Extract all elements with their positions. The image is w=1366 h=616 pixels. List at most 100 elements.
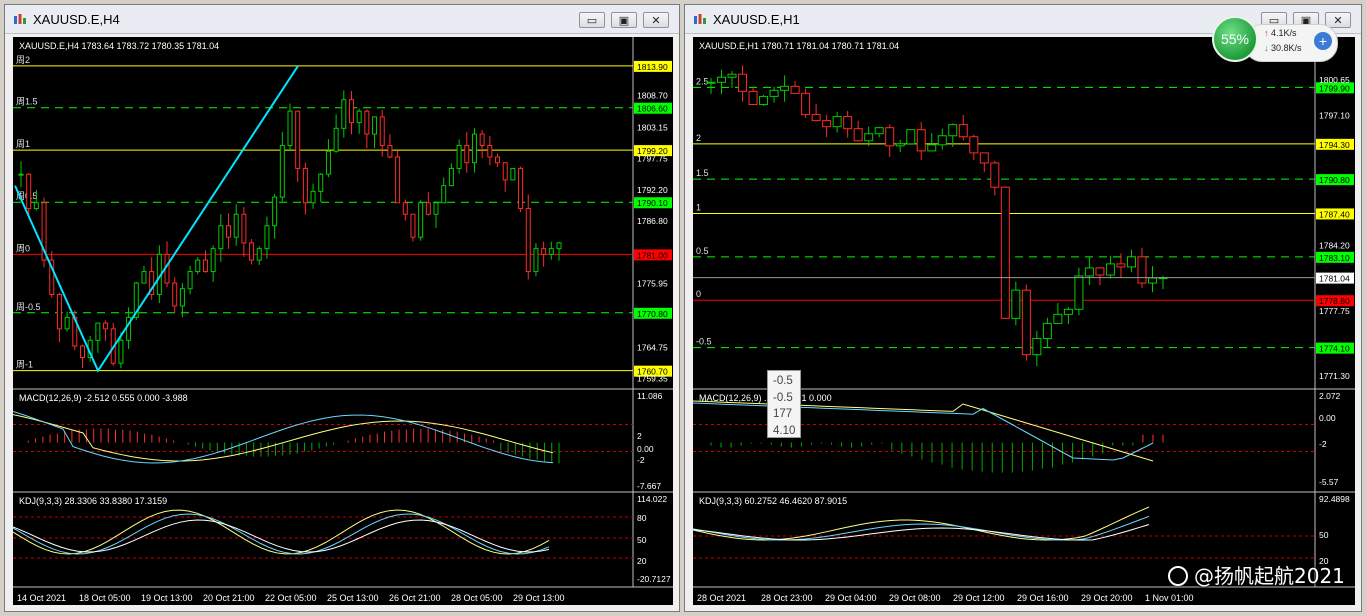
candle-body — [249, 242, 255, 261]
fib-level-label: 0.5 — [696, 246, 709, 256]
candle-body — [979, 152, 989, 164]
chart-header: XAUUSD.E,H4 1783.64 1783.72 1780.35 1781… — [19, 41, 219, 51]
tooltip-line: 4.10 — [773, 424, 796, 437]
time-label: 28 Oct 2021 — [697, 593, 746, 603]
price-tick: 1797.75 — [637, 153, 668, 163]
tooltip-line: -0.5 — [773, 391, 793, 404]
fib-level-label: 周-0.5 — [16, 302, 41, 312]
price-tag-text: 1790.80 — [1319, 175, 1350, 185]
time-label: 29 Oct 08:00 — [889, 593, 941, 603]
candle-body — [510, 167, 516, 181]
candle-body — [556, 242, 562, 250]
candle-body — [218, 225, 224, 250]
candle-body — [1032, 338, 1042, 356]
chart-window-h1[interactable]: XAUUSD.E,H1 ▭ ▣ ✕ XAUUSD.E,H1 1780.71 17… — [684, 4, 1362, 612]
candle-body — [187, 271, 193, 290]
candle-body — [372, 116, 378, 135]
close-button[interactable]: ✕ — [643, 12, 669, 28]
price-tick: 1771.30 — [1319, 371, 1350, 381]
chart-header: XAUUSD.E,H1 1780.71 1781.04 1780.71 1781… — [699, 41, 899, 51]
price-tick: 1759.35 — [637, 373, 668, 383]
candle-body — [325, 150, 331, 175]
tooltip-line: -0.5 — [773, 375, 793, 387]
restore-button[interactable]: ▣ — [611, 12, 637, 28]
candle-body — [1042, 322, 1052, 340]
candle-body — [56, 293, 62, 330]
price-tick: 1777.75 — [1319, 306, 1350, 316]
candle-body — [937, 135, 947, 146]
chart-canvas[interactable]: XAUUSD.E,H1 1780.71 1781.04 1780.71 1781… — [693, 37, 1355, 605]
time-label: 28 Oct 23:00 — [761, 593, 813, 603]
up-arrow-icon: ↑ — [1264, 28, 1269, 38]
candle-body — [195, 259, 201, 273]
candle-body — [874, 127, 884, 135]
price-tick: 1775.95 — [637, 278, 668, 288]
candle-body — [233, 213, 239, 238]
candle-body — [525, 208, 531, 273]
fib-level-label: 2 — [696, 133, 701, 143]
candle-body — [433, 202, 439, 215]
candle-body — [495, 156, 501, 164]
price-tick: 1792.20 — [637, 185, 668, 195]
minimize-button[interactable]: ▭ — [579, 12, 605, 28]
candle-body — [395, 156, 401, 204]
window-titlebar[interactable]: XAUUSD.E,H4 ▭ ▣ ✕ — [5, 5, 679, 34]
fib-level-label: 1.5 — [696, 168, 709, 178]
candle-body — [502, 162, 508, 181]
window-title: XAUUSD.E,H4 — [33, 12, 120, 27]
candle-body — [279, 145, 285, 198]
candle-body — [811, 114, 821, 122]
macd-tick: 0.00 — [1319, 413, 1336, 423]
candle-body — [864, 133, 874, 142]
price-tag-text: 1787.40 — [1319, 209, 1350, 219]
chart-canvas[interactable]: XAUUSD.E,H4 1783.64 1783.72 1780.35 1781… — [13, 37, 673, 605]
network-speed-widget[interactable]: 55% ↑ 4.1K/s ↓ 30.8K/s + — [1210, 14, 1338, 64]
current-price-text: 1781.04 — [1319, 274, 1350, 284]
price-tag-text: 1781.00 — [637, 250, 668, 260]
candle-body — [1074, 275, 1084, 310]
candle-body — [118, 339, 124, 364]
candle-body — [1021, 289, 1031, 356]
candle-body — [379, 116, 385, 147]
price-tag-text: 1794.30 — [1319, 140, 1350, 150]
candle-body — [969, 136, 979, 154]
macd-tick: -7.667 — [637, 481, 661, 491]
candle-body — [832, 116, 842, 128]
chart-window-h4[interactable]: XAUUSD.E,H4 ▭ ▣ ✕ XAUUSD.E,H4 1783.64 17… — [4, 4, 680, 612]
macd-label: MACD(12,26,9) .742 0.571 0.000 — [699, 393, 832, 403]
upload-speed: ↑ 4.1K/s — [1264, 28, 1297, 38]
time-label: 29 Oct 04:00 — [825, 593, 877, 603]
candle-body — [310, 190, 316, 204]
fib-level-label: 0 — [696, 289, 701, 299]
candle-body — [769, 89, 779, 97]
kdj-tick: 20 — [637, 556, 647, 566]
candle-body — [801, 92, 811, 116]
fib-level-label: 1 — [696, 202, 701, 212]
price-chart-h1[interactable]: XAUUSD.E,H1 1780.71 1781.04 1780.71 1781… — [693, 37, 1355, 605]
candle-body — [717, 76, 727, 83]
price-tag-text: 1774.10 — [1319, 344, 1350, 354]
download-speed: ↓ 30.8K/s — [1264, 43, 1302, 53]
candle-body — [264, 225, 270, 250]
candle-body — [541, 248, 547, 255]
kdj-tick: 114.022 — [637, 494, 667, 504]
kdj-label: KDJ(9,3,3) 60.2752 46.4620 87.9015 — [699, 496, 847, 506]
candle-body — [333, 127, 339, 152]
down-arrow-icon: ↓ — [1264, 43, 1269, 53]
candle-body — [1105, 263, 1115, 276]
candle-body — [202, 259, 208, 273]
price-tag-text: 1783.10 — [1319, 253, 1350, 263]
kdj-tick: 92.4898 — [1319, 494, 1350, 504]
candle-body — [295, 110, 301, 169]
candle-body — [341, 99, 347, 129]
candle-body — [272, 196, 278, 227]
price-chart-h4[interactable]: XAUUSD.E,H4 1783.64 1783.72 1780.35 1781… — [13, 37, 673, 605]
watermark: @扬帆起航2021 — [1168, 560, 1358, 590]
candle-body — [479, 133, 485, 147]
add-icon[interactable]: + — [1314, 32, 1332, 50]
candle-body — [402, 202, 408, 215]
candle-body — [706, 81, 716, 84]
candle-body — [738, 73, 748, 92]
weibo-logo-icon — [1168, 566, 1188, 586]
memory-percent[interactable]: 55% — [1212, 16, 1258, 62]
